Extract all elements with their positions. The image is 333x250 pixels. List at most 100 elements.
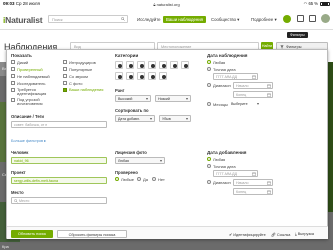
project-title: Проект [11,170,26,175]
checkbox-your-observations[interactable] [63,88,67,92]
date-observed-exact-input[interactable]: ГГГГ-ММ-ДД [213,73,258,80]
update-search-button[interactable]: Обновить поиск [11,229,53,238]
reset-filters-button[interactable]: Сбросить фильтры поиска [57,229,127,238]
months-select[interactable]: Выберите [229,101,261,108]
date-added-any-radio[interactable] [207,157,211,161]
sort-title: Сортировать по [115,108,149,113]
reviewed-no-radio[interactable] [152,177,156,181]
place-input[interactable]: Место [11,197,107,204]
category-mollusks-icon[interactable] [170,61,178,69]
download-button[interactable]: ⤓ Выгрузка [295,232,314,236]
date-observed-months-radio[interactable] [207,102,211,106]
checkbox-introduced[interactable] [63,60,67,64]
reviewed-yes-radio[interactable] [137,177,141,181]
rank-high-select[interactable]: Высокий [115,95,151,102]
description-tags-input[interactable]: совет: бабочка, от п [11,121,107,128]
radio-label: Диапазон [213,180,231,185]
category-birds-icon[interactable] [115,61,123,69]
filters-tooltip: Фильтры [287,32,308,38]
rank-low-select[interactable]: Низкий [155,95,191,102]
checkbox-with-photo[interactable] [63,81,67,85]
reviewed-title: Проверено [115,170,138,175]
nav-community[interactable]: Сообщество ▾ [211,17,239,23]
more-filters-link[interactable]: Больше фильтров ▸ [11,138,46,143]
person-input[interactable]: nakid_96 [11,157,107,164]
status-bar: 09:03 Ср 28 июля 🔒︎ naturalist.org ◠ 65 … [0,0,333,9]
notifications-icon[interactable] [308,15,316,22]
checkbox-verifiable[interactable] [11,67,15,71]
checkbox-needs-id[interactable] [11,88,15,92]
radio-label: Точная дата [213,67,236,72]
date-observed-start-input[interactable]: Начало [233,82,273,89]
radio-label: Любая [213,60,226,65]
license-title: Лицензия фото [115,150,147,155]
checkbox-research[interactable] [11,81,15,85]
checkbox-label: Не наблюдаемый [17,74,50,79]
date-observed-end-input[interactable]: Конец [233,91,273,98]
checkbox-label: Со звуком [69,74,88,79]
place-title: Место [11,190,24,195]
rank-title: Ранг [115,88,125,93]
nav-more[interactable]: Подробнее ▾ [251,17,277,23]
category-unknown-icon[interactable] [159,72,167,80]
radio-label: Диапазон [213,83,231,88]
calendar-icon [266,84,271,88]
date-observed-any-radio[interactable] [207,60,211,64]
calendar-icon [266,93,271,97]
checkbox-label: Исследователь [17,81,46,86]
project-input[interactable]: sergy-wills-defin-melt-fauna [11,177,107,184]
add-observation-icon[interactable] [283,14,292,23]
filters-footer: Обновить поиск Сбросить фильтры поиска ✔… [7,226,328,239]
checkbox-label: Под угрозой исчезновения [17,97,43,107]
date-observed-range-radio[interactable] [207,83,211,87]
category-amphibians-icon[interactable] [126,61,134,69]
date-added-start-input[interactable]: Начало [233,179,273,186]
checkbox-not-observed[interactable] [11,74,15,78]
date-added-end-input[interactable]: Конец [233,188,273,195]
date-observed-title: Дата наблюдения [207,53,248,58]
search-icon [13,199,18,204]
user-avatar[interactable] [321,14,330,23]
checkbox-label: Интродуциров [69,60,96,65]
background-map-strip [328,62,333,212]
category-fish-icon[interactable] [159,61,167,69]
search-icon [121,17,125,22]
sort-order-select[interactable]: Убыв [159,115,191,122]
category-mammals-icon[interactable] [148,61,156,69]
link-button[interactable]: 🔗︎ Ссылка [271,232,290,237]
sort-field-select[interactable]: Дата добавл. [115,115,155,122]
nav-explore[interactable]: Исследуйте [137,17,161,22]
license-select[interactable]: Любая [115,157,165,164]
reviewed-any-radio[interactable] [115,177,119,181]
radio-label: Нет [158,177,165,182]
checkbox-with-sound[interactable] [63,74,67,78]
inaturalist-logo[interactable]: iNaturalist [3,15,43,25]
checkbox-popular[interactable] [63,67,67,71]
person-title: Человек [11,150,29,155]
background-label: Кра [2,244,9,249]
category-fungi-icon[interactable] [137,72,145,80]
date-added-range-radio[interactable] [207,180,211,184]
site-search-input[interactable]: Поиск [48,15,128,23]
date-added-title: Дата добавления [207,150,247,155]
category-protozoa-icon[interactable] [148,72,156,80]
checkbox-wild[interactable] [11,60,15,64]
address-bar[interactable]: 🔒︎ naturalist.org [0,2,333,7]
checkbox-threatened[interactable] [11,98,15,102]
category-arachnids-icon[interactable] [181,61,189,69]
checkbox-label: Дикий [17,60,29,65]
checkbox-label: Ваши наблюдения [69,87,104,92]
nav-your-observations[interactable]: Ваши наблюдения [163,15,206,23]
category-insects-icon[interactable] [115,72,123,80]
radio-label: Месяцы [213,102,228,107]
category-reptiles-icon[interactable] [137,61,145,69]
checkbox-label: Требуется идентификация [17,87,47,97]
date-added-exact-radio[interactable] [207,164,211,168]
category-plants-icon[interactable] [126,72,134,80]
date-observed-exact-radio[interactable] [207,67,211,71]
date-added-exact-input[interactable]: ГГГГ-ММ-ДД [213,170,258,177]
checkbox-label: С фото [69,81,83,86]
calendar-icon [251,172,256,176]
messages-icon[interactable] [296,15,304,22]
identify-link[interactable]: ✔︎ Идентифицируйте [229,232,266,237]
